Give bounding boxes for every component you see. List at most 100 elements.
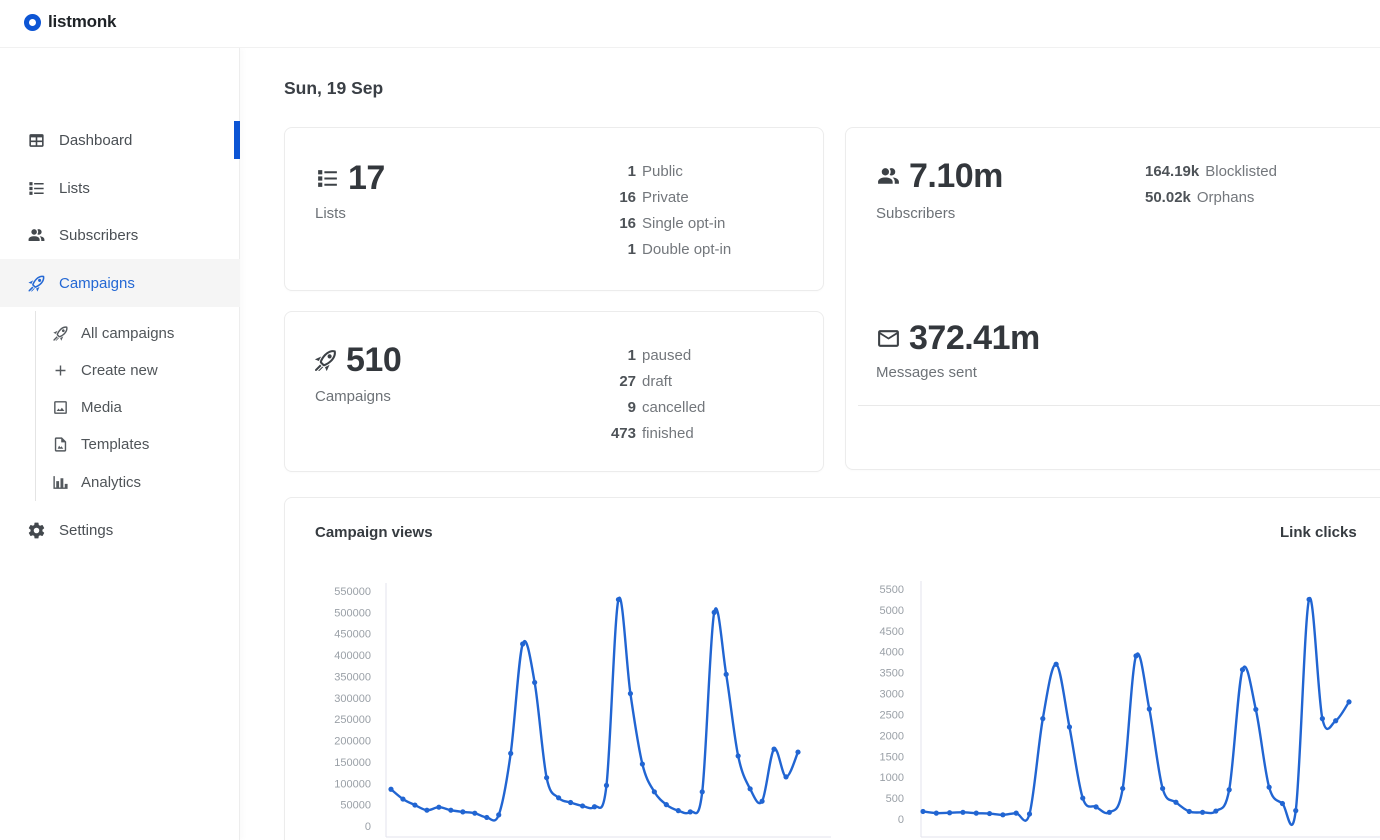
messages-count: 372.41m (909, 319, 1040, 358)
campaign-views-line-chart: 0500001000001500002000002500003000003500… (301, 573, 831, 840)
listmonk-logo[interactable]: listmonk (24, 12, 116, 32)
charts-card: Campaign views Link clicks 0500001000001… (284, 497, 1380, 840)
y-tick-label: 350000 (334, 671, 371, 683)
sidebar-subitem-label: Media (81, 399, 122, 416)
rocket-icon (52, 325, 69, 342)
bar-chart-icon (52, 474, 69, 491)
sidebar-item-media[interactable]: Media (0, 389, 240, 426)
stat-value: 50.02k (1145, 189, 1191, 206)
envelope-icon (876, 326, 901, 351)
stat-row: 1Double opt-in (596, 236, 731, 262)
stat-row: 1 Public (596, 158, 731, 184)
plus-icon (52, 362, 69, 379)
stat-value: 1 (596, 347, 636, 364)
stat-row: 1paused (596, 342, 705, 368)
sidebar-item-label: Dashboard (59, 132, 132, 149)
stat-row: 16Private (596, 184, 731, 210)
stat-label: Orphans (1197, 189, 1255, 206)
stat-row: 9 cancelled (596, 394, 705, 420)
sidebar-subitem-label: Templates (81, 436, 149, 453)
lists-bigstat: 17 (315, 159, 385, 198)
campaigns-card: 510 Campaigns 1paused 27draft 9cancelled… (284, 311, 824, 472)
messages-bigstat: 372.41m (876, 319, 1040, 358)
subscribers-messages-card: 7.10m Subscribers 164.19k Blocklisted 50.… (845, 127, 1380, 470)
card-divider (858, 405, 1380, 406)
stat-value: 9 (596, 399, 636, 416)
y-tick-label: 0 (898, 814, 904, 826)
stat-row: 473finished (596, 420, 705, 446)
image-icon (52, 399, 69, 416)
subscribers-icon (27, 226, 46, 245)
lists-card: 17 Lists 1 Public 16Private 16Single opt-… (284, 127, 824, 291)
y-tick-label: 1500 (880, 751, 904, 763)
date-heading: Sun, 19 Sep (284, 78, 383, 99)
sidebar-item-label: Campaigns (59, 275, 135, 292)
sidebar-item-label: Settings (59, 522, 113, 539)
sidebar-item-lists[interactable]: Lists (0, 164, 240, 212)
listmonk-logo-icon (24, 14, 41, 31)
y-tick-label: 4500 (880, 626, 904, 638)
file-icon (52, 436, 69, 453)
sidebar-item-analytics[interactable]: Analytics (0, 464, 240, 501)
sidebar-item-settings[interactable]: Settings (0, 506, 240, 554)
lists-count: 17 (348, 159, 385, 198)
stat-label: Public (642, 163, 683, 180)
people-icon (876, 164, 901, 189)
sidebar-item-all-campaigns[interactable]: All campaigns (0, 315, 240, 352)
stat-value: 1 (596, 163, 636, 180)
sidebar-subitem-label: Create new (81, 362, 158, 379)
subscribers-bigstat: 7.10m (876, 157, 1003, 196)
subscribers-count: 7.10m (909, 157, 1003, 196)
stat-row: 164.19k Blocklisted (1145, 158, 1277, 184)
y-tick-label: 5500 (880, 584, 904, 596)
sidebar-item-subscribers[interactable]: Subscribers (0, 211, 240, 259)
y-tick-label: 4000 (880, 647, 904, 659)
y-tick-label: 1000 (880, 772, 904, 784)
y-tick-label: 500 (886, 793, 904, 805)
rocket-icon (313, 348, 338, 373)
stat-value: 164.19k (1145, 163, 1199, 180)
stat-label: cancelled (642, 399, 705, 416)
sidebar-item-create-new[interactable]: Create new (0, 352, 240, 389)
y-tick-label: 400000 (334, 650, 371, 662)
lists-icon (27, 179, 46, 198)
dashboard-icon (27, 131, 46, 150)
y-tick-label: 2000 (880, 730, 904, 742)
sidebar-item-label: Lists (59, 180, 90, 197)
active-indicator (234, 121, 240, 159)
sidebar-item-templates[interactable]: Templates (0, 426, 240, 463)
stat-row: 50.02k Orphans (1145, 184, 1277, 210)
y-tick-label: 3500 (880, 668, 904, 680)
dashboard-page: listmonk Dashboard Lists Subscribers (0, 0, 1380, 840)
stat-label: Single opt-in (642, 215, 725, 232)
campaigns-stats: 1paused 27 draft 9 cancelled 473finished (596, 342, 705, 446)
link-clicks-line-chart: 0 500 1000 1500 2000 2500 3000 3500 4000 4500 5000… (871, 573, 1380, 840)
lists-label: Lists (315, 205, 346, 222)
stat-label: finished (642, 425, 694, 442)
gear-icon (27, 521, 46, 540)
stat-label: Blocklisted (1205, 163, 1277, 180)
brand-name: listmonk (48, 12, 116, 32)
top-bar: listmonk (0, 0, 1380, 48)
campaign-views-chart-title: Campaign views (315, 524, 433, 541)
link-clicks-chart-title: Link clicks (1280, 524, 1357, 541)
y-tick-label: 300000 (334, 693, 371, 705)
y-tick-label: 150000 (334, 757, 371, 769)
stat-row: 16Single opt-in (596, 210, 731, 236)
sidebar-item-label: Subscribers (59, 227, 138, 244)
stat-value: 27 (596, 373, 636, 390)
y-tick-label: 3000 (880, 689, 904, 701)
sidebar-item-dashboard[interactable]: Dashboard (0, 116, 240, 164)
y-tick-label: 50000 (340, 800, 371, 812)
y-tick-label: 5000 (880, 605, 904, 617)
campaigns-label: Campaigns (315, 388, 391, 405)
y-tick-label: 2500 (880, 709, 904, 721)
stat-label: draft (642, 373, 672, 390)
stat-label: Double opt-in (642, 241, 731, 258)
lists-stats: 1 Public 16Private 16Single opt-in 1Doubl… (596, 158, 731, 262)
y-tick-label: 450000 (334, 629, 371, 641)
sidebar-item-campaigns[interactable]: Campaigns (0, 259, 240, 307)
subscribers-label: Subscribers (876, 205, 955, 222)
y-tick-label: 500000 (334, 607, 371, 619)
sidebar: Dashboard Lists Subscribers Campaigns (0, 48, 240, 840)
